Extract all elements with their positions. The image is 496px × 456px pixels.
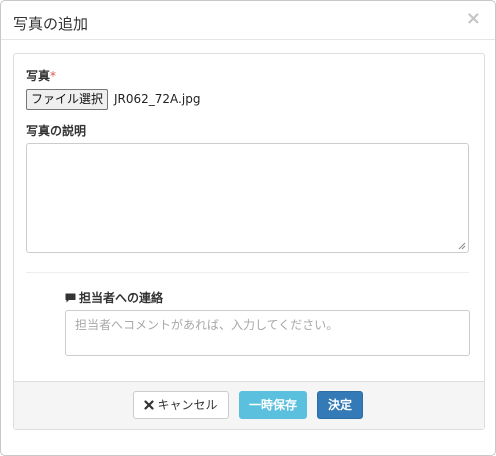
cancel-label: キャンセル xyxy=(157,398,218,412)
close-icon[interactable]: × xyxy=(466,9,481,29)
description-textarea[interactable] xyxy=(26,143,469,253)
file-select-button[interactable]: ファイル選択 xyxy=(26,89,108,110)
contact-comment-input[interactable]: 担当者へコメントがあれば、入力してください。 xyxy=(65,310,470,356)
x-icon xyxy=(144,399,155,410)
description-label: 写真の説明 xyxy=(26,124,87,138)
resize-grip-icon[interactable] xyxy=(458,242,466,250)
contact-label: 担当者への連絡 xyxy=(65,290,163,306)
contact-label-text: 担当者への連絡 xyxy=(79,291,164,305)
photo-label: 写真* xyxy=(26,68,56,84)
photo-label-text: 写真 xyxy=(26,69,51,83)
dialog-header: 写真の追加 × xyxy=(1,1,495,40)
cancel-button[interactable]: キャンセル xyxy=(133,391,229,419)
comment-placeholder: 担当者へコメントがあれば、入力してください。 xyxy=(75,318,339,332)
dialog-footer: キャンセル 一時保存 決定 xyxy=(14,381,484,429)
temp-save-button[interactable]: 一時保存 xyxy=(239,391,307,419)
confirm-button[interactable]: 決定 xyxy=(317,391,363,419)
dialog-title: 写真の追加 xyxy=(13,15,89,33)
required-mark: * xyxy=(50,69,57,83)
dialog-body: 写真* ファイル選択 JR062_72A.jpg 写真の説明 担当者への連絡 担… xyxy=(13,53,485,430)
comment-icon xyxy=(65,293,76,302)
selected-file-name: JR062_72A.jpg xyxy=(114,92,201,106)
section-divider xyxy=(26,272,469,273)
add-photo-dialog: 写真の追加 × 写真* ファイル選択 JR062_72A.jpg 写真の説明 担… xyxy=(0,0,496,456)
